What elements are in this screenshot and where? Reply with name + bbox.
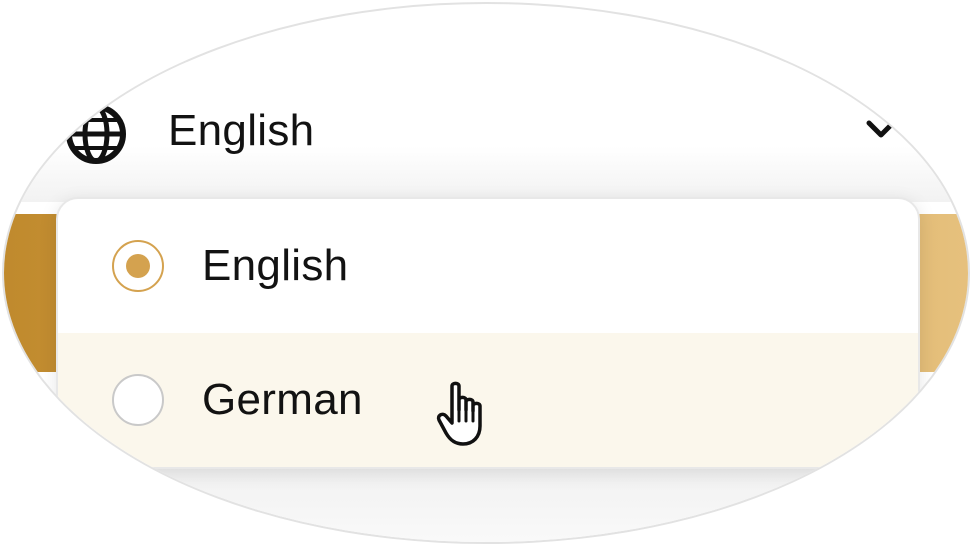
page-background — [4, 469, 968, 542]
language-option-label: German — [202, 375, 363, 424]
language-selector-value: English — [168, 106, 315, 155]
language-selector[interactable] — [4, 62, 968, 202]
globe-icon — [66, 104, 126, 164]
language-option-label: English — [202, 241, 349, 290]
pointer-hand-icon — [436, 381, 482, 446]
chevron-down-icon[interactable] — [864, 116, 898, 142]
radio-selected-icon[interactable] — [112, 240, 164, 292]
language-option-english[interactable]: English — [58, 199, 918, 333]
magnified-view: English English German — [0, 0, 972, 546]
radio-unselected-icon[interactable] — [112, 374, 164, 426]
magnifier-lens: English English German — [2, 2, 970, 544]
